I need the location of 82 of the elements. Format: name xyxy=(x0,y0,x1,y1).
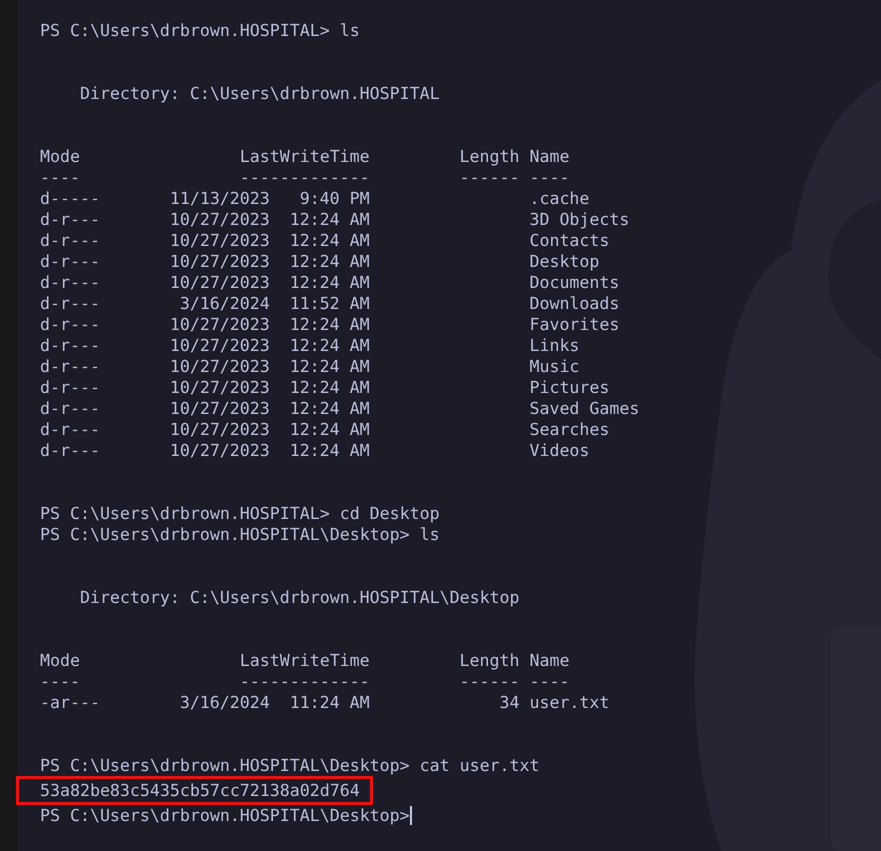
table-cell: d-r--- xyxy=(40,273,100,292)
table-cell: d-r--- xyxy=(40,357,100,376)
table-cell: 9:40 PM xyxy=(300,189,370,208)
table-cell: d-r--- xyxy=(40,231,100,250)
column-header: Name xyxy=(529,651,570,670)
table-cell: d----- xyxy=(40,189,100,208)
table-cell: 12:24 AM xyxy=(290,336,370,355)
table-cell: Saved Games xyxy=(529,399,640,418)
table-cell: d-r--- xyxy=(40,315,100,334)
column-header: Length xyxy=(460,651,520,670)
table-cell: d-r--- xyxy=(40,399,100,418)
table-cell: d-r--- xyxy=(40,441,100,460)
table-cell: -ar--- xyxy=(40,693,100,712)
directory-heading: Directory: C:\Users\drbrown.HOSPITAL\Desktop xyxy=(80,588,520,607)
table-cell: 12:24 AM xyxy=(290,252,370,271)
command-line: PS C:\Users\drbrown.HOSPITAL\Desktop> cat user.txt xyxy=(40,755,540,776)
table-cell: Links xyxy=(529,336,580,355)
table-cell: 11/13/2023 xyxy=(170,189,270,208)
column-rule: ---- xyxy=(529,672,570,691)
table-cell: 10/27/2023 xyxy=(170,420,270,439)
table-cell: d-r--- xyxy=(40,294,100,313)
column-header: Length xyxy=(460,147,520,166)
column-rule: ------------- xyxy=(240,672,370,691)
table-cell: d-r--- xyxy=(40,420,100,439)
table-cell: d-r--- xyxy=(40,336,100,355)
column-rule: ---- xyxy=(40,168,80,187)
table-cell: 12:24 AM xyxy=(290,399,370,418)
table-cell: 10/27/2023 xyxy=(170,210,270,229)
table-cell: 12:24 AM xyxy=(290,420,370,439)
column-header: LastWriteTime xyxy=(240,651,370,670)
command-line: PS C:\Users\drbrown.HOSPITAL\Desktop> ls xyxy=(40,524,440,545)
table-cell: Favorites xyxy=(529,315,620,334)
table-cell: d-r--- xyxy=(40,210,100,229)
table-cell: 10/27/2023 xyxy=(170,336,270,355)
table-cell: 10/27/2023 xyxy=(170,252,270,271)
table-cell: 10/27/2023 xyxy=(170,315,270,334)
column-rule: ------ xyxy=(460,168,520,187)
table-cell: .cache xyxy=(529,189,590,208)
table-cell: 12:24 AM xyxy=(290,273,370,292)
table-cell: d-r--- xyxy=(40,378,100,397)
table-cell: 11:52 AM xyxy=(290,294,370,313)
table-cell: 3/16/2024 xyxy=(180,294,270,313)
table-cell: Downloads xyxy=(529,294,620,313)
table-cell: Videos xyxy=(529,441,590,460)
prompt-line: PS C:\Users\drbrown.HOSPITAL\Desktop> xyxy=(40,805,410,826)
command-line: PS C:\Users\drbrown.HOSPITAL> cd Desktop xyxy=(40,503,440,524)
table-cell: 10/27/2023 xyxy=(170,357,270,376)
table-cell: Searches xyxy=(529,420,610,439)
table-cell: 12:24 AM xyxy=(290,357,370,376)
table-cell: 10/27/2023 xyxy=(170,399,270,418)
command-line: PS C:\Users\drbrown.HOSPITAL> ls xyxy=(40,20,360,41)
column-header: LastWriteTime xyxy=(240,147,370,166)
directory-heading: Directory: C:\Users\drbrown.HOSPITAL xyxy=(80,84,440,103)
table-cell: 3D Objects xyxy=(529,210,630,229)
column-header: Name xyxy=(529,147,570,166)
column-header: Mode xyxy=(40,147,80,166)
table-cell: Pictures xyxy=(529,378,610,397)
table-cell: 34 xyxy=(500,693,520,712)
table-cell: 10/27/2023 xyxy=(170,441,270,460)
table-cell: 12:24 AM xyxy=(290,441,370,460)
text-cursor[interactable] xyxy=(410,806,412,825)
table-cell: Documents xyxy=(529,273,620,292)
table-cell: d-r--- xyxy=(40,252,100,271)
column-header: Mode xyxy=(40,651,80,670)
table-cell: 12:24 AM xyxy=(290,210,370,229)
table-cell: user.txt xyxy=(529,693,610,712)
table-cell: 3/16/2024 xyxy=(180,693,270,712)
column-rule: ---- xyxy=(529,168,570,187)
table-cell: 12:24 AM xyxy=(290,231,370,250)
table-cell: 10/27/2023 xyxy=(170,273,270,292)
table-cell: 10/27/2023 xyxy=(170,378,270,397)
table-cell: 12:24 AM xyxy=(290,378,370,397)
table-cell: 11:24 AM xyxy=(290,693,370,712)
table-cell: 10/27/2023 xyxy=(170,231,270,250)
column-rule: ------ xyxy=(460,672,520,691)
command-output: 53a82be83c5435cb57cc72138a02d764 xyxy=(40,780,360,801)
column-rule: ------------- xyxy=(240,168,370,187)
table-cell: 12:24 AM xyxy=(290,315,370,334)
table-cell: Desktop xyxy=(529,252,600,271)
column-rule: ---- xyxy=(40,672,80,691)
table-cell: Contacts xyxy=(529,231,610,250)
table-cell: Music xyxy=(529,357,580,376)
